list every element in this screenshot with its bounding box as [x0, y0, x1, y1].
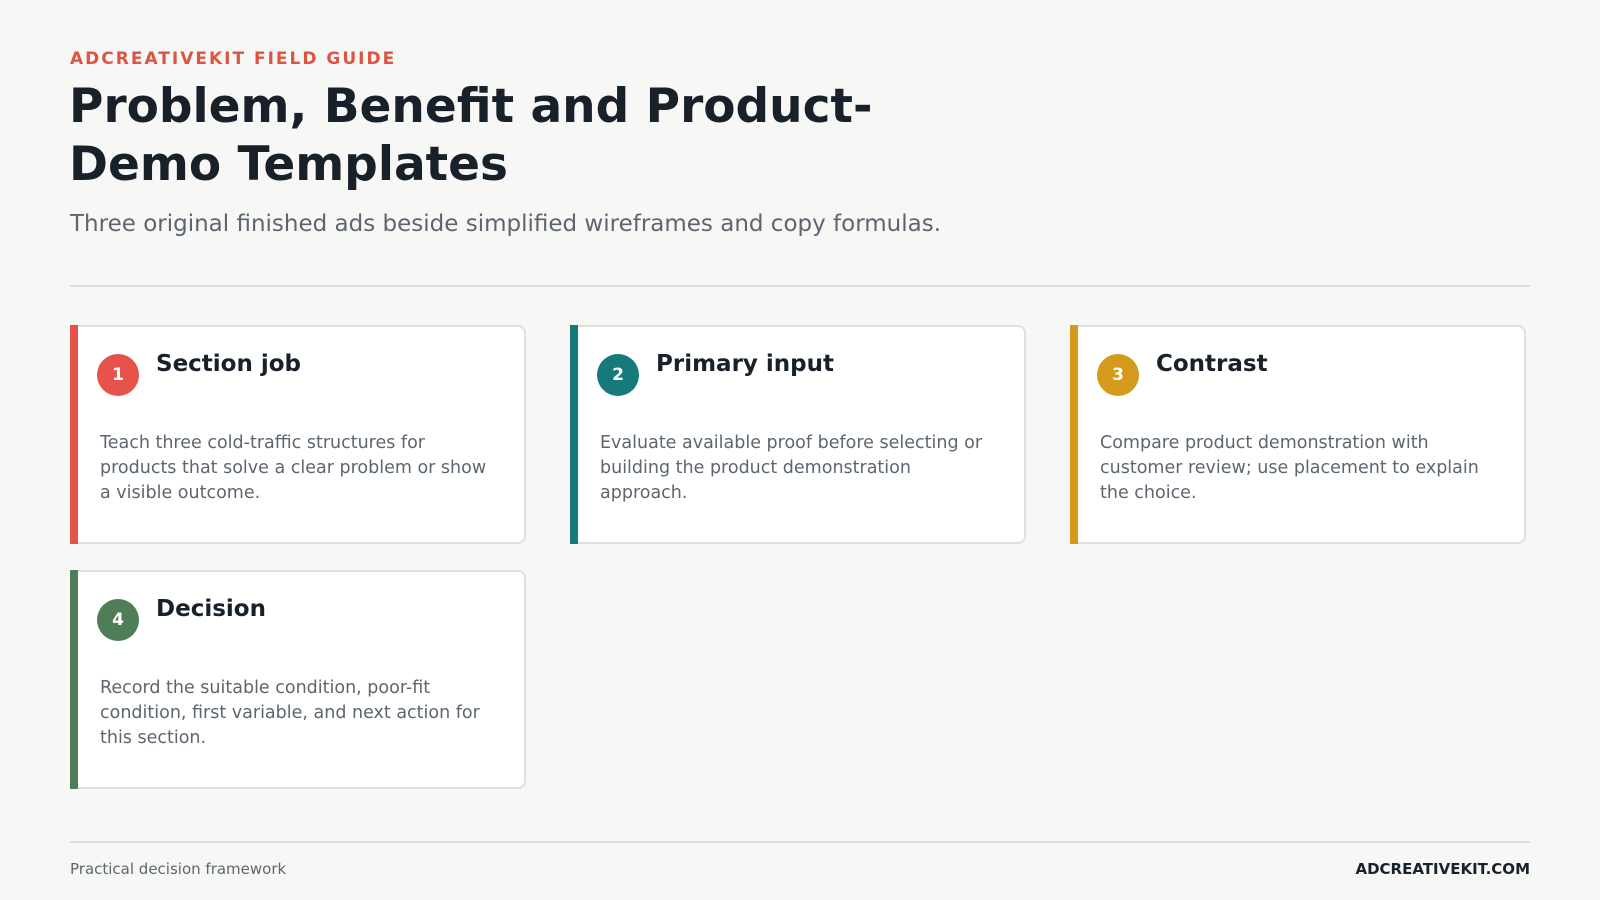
card-accent-bar — [1070, 325, 1078, 544]
card-accent-bar — [70, 325, 78, 544]
header-divider — [70, 285, 1530, 287]
card-accent-bar — [570, 325, 578, 544]
page-subtitle: Three original finished ads beside simpl… — [70, 211, 942, 237]
footer-divider — [70, 841, 1530, 843]
step-number-badge: 2 — [597, 354, 639, 396]
card-body: Evaluate available proof before selectin… — [600, 433, 983, 503]
step-number-badge: 4 — [97, 599, 139, 641]
card-body: Teach three cold-traffic structures for … — [100, 433, 487, 503]
card-title: Primary input — [656, 351, 835, 377]
step-number-badge: 3 — [1097, 354, 1139, 396]
card-contrast: 3 Contrast Compare product demonstration… — [1070, 325, 1526, 544]
eyebrow-label: ADCREATIVEKIT FIELD GUIDE — [70, 49, 397, 69]
card-body: Record the suitable condition, poor-fit … — [100, 678, 480, 748]
card-title: Decision — [156, 596, 266, 622]
card-primary-input: 2 Primary input Evaluate available proof… — [570, 325, 1026, 544]
footer-site-link[interactable]: ADCREATIVEKIT.COM — [1355, 860, 1530, 878]
card-accent-bar — [70, 570, 78, 789]
card-decision: 4 Decision Record the suitable condition… — [70, 570, 526, 789]
step-number-badge: 1 — [97, 354, 139, 396]
footer-caption: Practical decision framework — [70, 860, 287, 878]
card-title: Contrast — [1156, 351, 1268, 377]
card-section-job: 1 Section job Teach three cold-traffic s… — [70, 325, 526, 544]
page-title: Problem, Benefit and Product-Demo Templa… — [69, 79, 873, 192]
card-title: Section job — [156, 351, 302, 377]
card-body: Compare product demonstration with custo… — [1100, 433, 1479, 503]
